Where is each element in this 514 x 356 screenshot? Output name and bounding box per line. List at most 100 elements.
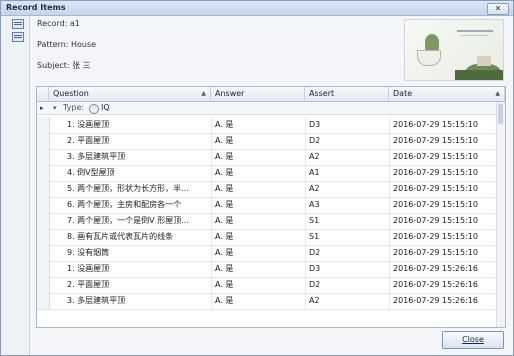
cell-assert: A2: [309, 152, 320, 161]
cell-question: 7. 两个屋顶，一个是倒V 形屋顶...: [67, 216, 189, 225]
cell-question: 2. 平面屋顶: [67, 280, 110, 289]
cell-answer: A. 是: [215, 152, 234, 161]
left-toolbar: [1, 16, 30, 355]
cell-assert: A2: [309, 296, 320, 305]
subject-label: Subject: 张 三: [37, 61, 91, 70]
column-header-label: Date: [393, 89, 413, 98]
scroll-up-icon: ▲: [495, 90, 500, 97]
row-indicator: [37, 181, 50, 197]
record-items-window: Record Items ✕ Record: a1 Pattern: House…: [0, 0, 514, 356]
cell-question: 8. 画有瓦片或代表瓦片的线条: [67, 232, 174, 241]
table-row[interactable]: 9. 没有烟筒 A. 是 D2 2016-07-29 15:15:10: [37, 245, 505, 262]
sort-ascending-icon: ▲: [201, 90, 206, 97]
cell-question: 9. 没有烟筒: [67, 248, 110, 257]
row-pointer-icon: ▸: [40, 104, 44, 112]
table-row[interactable]: 1. 没画屋顶 A. 是 D3 2016-07-29 15:26:16: [37, 261, 505, 278]
table-row[interactable]: 1. 没画屋顶 A. 是 D3 2016-07-29 15:15:10: [37, 117, 505, 134]
cell-question: 3. 多层建筑平顶: [67, 296, 126, 305]
cell-question: 1. 没画屋顶: [67, 120, 110, 129]
cell-answer: A. 是: [215, 248, 234, 257]
collapse-group-icon[interactable]: ▾: [53, 102, 57, 114]
cell-answer: A. 是: [215, 216, 234, 225]
cell-answer: A. 是: [215, 120, 234, 129]
row-indicator: [37, 165, 50, 181]
title-bar: Record Items ✕: [1, 1, 513, 16]
cell-answer: A. 是: [215, 200, 234, 209]
row-indicator: [37, 117, 50, 133]
cell-date: 2016-07-29 15:15:10: [393, 136, 478, 145]
column-header-date[interactable]: Date ▲: [389, 87, 505, 101]
group-label: Type:: [63, 103, 85, 112]
cell-date: 2016-07-29 15:26:16: [393, 264, 478, 273]
window-close-button[interactable]: ✕: [487, 3, 509, 15]
cell-question: 3. 多层建筑平顶: [67, 152, 126, 161]
row-indicator: [37, 213, 50, 229]
cell-assert: D3: [309, 264, 321, 273]
pattern-label: Pattern: House: [37, 40, 97, 49]
cell-date: 2016-07-29 15:15:10: [393, 216, 478, 225]
cell-date: 2016-07-29 15:15:10: [393, 168, 478, 177]
record-grid: Question ▲ Answer Assert Date ▲ ▸ ▾ Type…: [36, 86, 506, 328]
cell-question: 6. 两个屋顶，主房和配房各一个: [67, 200, 182, 209]
close-button-label: Close: [462, 335, 484, 344]
cell-date: 2016-07-29 15:15:10: [393, 184, 478, 193]
table-row[interactable]: 4. 倒V型屋顶 A. 是 A1 2016-07-29 15:15:10: [37, 165, 505, 182]
row-indicator: [37, 261, 50, 277]
group-value: IQ: [101, 103, 110, 112]
table-row[interactable]: 3. 多层建筑平顶 A. 是 A2 2016-07-29 15:26:16: [37, 293, 505, 310]
table-row[interactable]: 6. 两个屋顶，主房和配房各一个 A. 是 A3 2016-07-29 15:15:1…: [37, 197, 505, 214]
cell-answer: A. 是: [215, 184, 234, 193]
table-row[interactable]: 5. 两个屋顶，形状为长方形，半... A. 是 A2 2016-07-29 15:1…: [37, 181, 505, 198]
column-header-label: Question: [53, 89, 89, 98]
table-row[interactable]: 3. 多层建筑平顶 A. 是 A2 2016-07-29 15:15:10: [37, 149, 505, 166]
cell-date: 2016-07-29 15:15:10: [393, 248, 478, 257]
cell-date: 2016-07-29 15:15:10: [393, 120, 478, 129]
group-row-type[interactable]: ▸ ▾ Type: IQ: [37, 102, 505, 115]
row-indicator: [37, 149, 50, 165]
column-header-question[interactable]: Question ▲: [49, 87, 211, 101]
window-title: Record Items: [6, 3, 66, 12]
row-indicator: [37, 293, 50, 309]
cell-date: 2016-07-29 15:26:16: [393, 296, 478, 305]
table-row[interactable]: 7. 两个屋顶，一个是倒V 形屋顶... A. 是 S1 2016-07-29 15:…: [37, 213, 505, 230]
table-row[interactable]: 2. 平面屋顶 A. 是 D2 2016-07-29 15:26:16: [37, 277, 505, 294]
form-view-icon[interactable]: [12, 19, 24, 29]
record-label: Record: a1: [37, 19, 80, 28]
row-indicator: [37, 229, 50, 245]
cell-assert: D2: [309, 136, 321, 145]
cell-date: 2016-07-29 15:15:10: [393, 152, 478, 161]
close-button[interactable]: Close: [442, 331, 504, 349]
row-indicator: [37, 277, 50, 293]
scrollbar-thumb[interactable]: [498, 104, 503, 124]
table-row[interactable]: 8. 画有瓦片或代表瓦片的线条 A. 是 S1 2016-07-29 15:15:10: [37, 229, 505, 246]
cell-question: 2. 平面屋顶: [67, 136, 110, 145]
pattern-thumbnail-image: [404, 19, 504, 81]
row-indicator: [37, 245, 50, 261]
cell-assert: A3: [309, 200, 320, 209]
cell-assert: S1: [309, 216, 320, 225]
cell-date: 2016-07-29 15:15:10: [393, 200, 478, 209]
header-indicator: [37, 87, 49, 101]
group-type-icon: [89, 104, 99, 114]
grid-header: Question ▲ Answer Assert Date ▲: [37, 87, 505, 102]
row-indicator: [37, 197, 50, 213]
column-header-assert[interactable]: Assert: [305, 87, 389, 101]
cell-question: 5. 两个屋顶，形状为长方形，半...: [67, 184, 189, 193]
row-indicator: [37, 133, 50, 149]
cell-assert: D2: [309, 248, 321, 257]
cell-question: 4. 倒V型屋顶: [67, 168, 115, 177]
cell-answer: A. 是: [215, 264, 234, 273]
cell-answer: A. 是: [215, 168, 234, 177]
cell-question: 1. 没画屋顶: [67, 264, 110, 273]
column-header-answer[interactable]: Answer: [211, 87, 305, 101]
table-row[interactable]: 2. 平面屋顶 A. 是 D2 2016-07-29 15:15:10: [37, 133, 505, 150]
vertical-scrollbar[interactable]: [496, 102, 505, 327]
cell-answer: A. 是: [215, 232, 234, 241]
cell-answer: A. 是: [215, 136, 234, 145]
cell-assert: A1: [309, 168, 320, 177]
cell-date: 2016-07-29 15:15:10: [393, 232, 478, 241]
cell-answer: A. 是: [215, 296, 234, 305]
cell-date: 2016-07-29 15:26:16: [393, 280, 478, 289]
cell-assert: S1: [309, 232, 320, 241]
list-view-icon[interactable]: [12, 32, 24, 42]
